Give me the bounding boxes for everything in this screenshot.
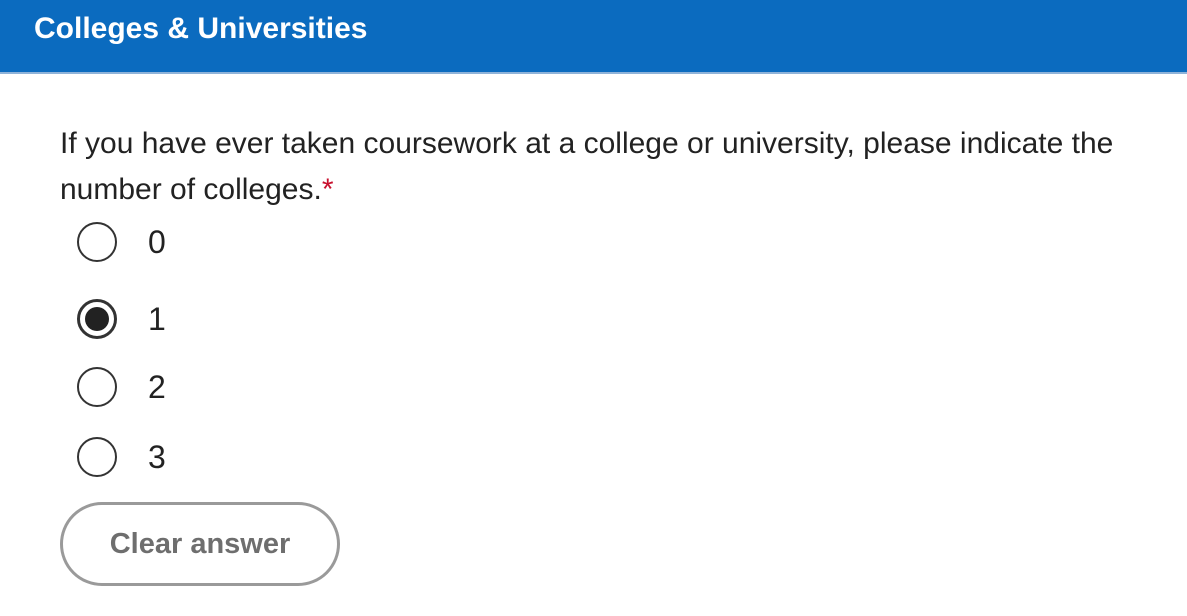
radio-option-label: 3 bbox=[148, 438, 166, 475]
radio-button-2[interactable] bbox=[77, 367, 117, 407]
radio-option-label: 2 bbox=[148, 368, 166, 405]
radio-option-0[interactable]: 0 bbox=[77, 220, 166, 264]
radio-button-3[interactable] bbox=[77, 437, 117, 477]
clear-answer-button[interactable]: Clear answer bbox=[60, 502, 340, 586]
radio-button-1[interactable] bbox=[77, 299, 117, 339]
radio-option-label: 0 bbox=[148, 223, 166, 260]
radio-option-2[interactable]: 2 bbox=[77, 365, 166, 409]
radio-option-3[interactable]: 3 bbox=[77, 435, 166, 479]
radio-button-0[interactable] bbox=[77, 222, 117, 262]
question-text: If you have ever taken coursework at a c… bbox=[60, 127, 1114, 206]
radio-option-label: 1 bbox=[148, 300, 166, 337]
required-marker: * bbox=[321, 173, 334, 206]
section-title: Colleges & Universities bbox=[34, 12, 368, 45]
radio-option-1[interactable]: 1 bbox=[77, 297, 166, 341]
section-header: Colleges & Universities bbox=[0, 0, 1187, 74]
question-prompt: If you have ever taken coursework at a c… bbox=[60, 121, 1120, 213]
